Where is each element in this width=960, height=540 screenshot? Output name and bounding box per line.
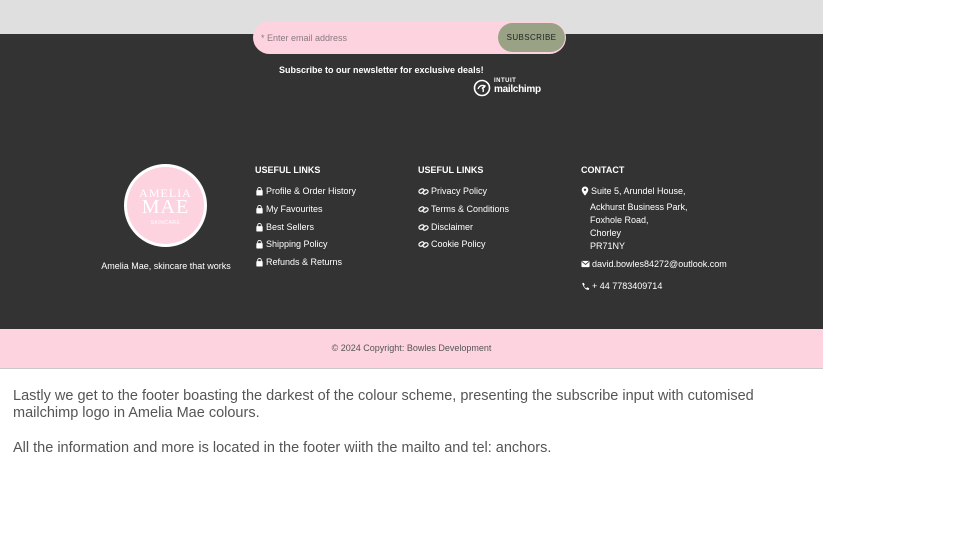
footer-link-label: Profile & Order History — [266, 186, 357, 196]
footer-link-privacy-policy[interactable]: Privacy Policy — [418, 186, 487, 196]
useful-links-title-1: USEFUL LINKS — [255, 165, 321, 175]
shopping-bag-icon — [256, 222, 263, 232]
caption-paragraph-1: Lastly we get to the footer boasting the… — [13, 388, 754, 421]
link-icon — [418, 223, 429, 231]
address-line: Foxhole Road, — [590, 215, 649, 225]
contact-phone: + 44 7783409714 — [592, 281, 663, 291]
footer-link-label: Terms & Conditions — [431, 204, 510, 214]
address-line: Chorley — [590, 228, 622, 238]
link-icon — [418, 205, 429, 213]
envelope-icon — [581, 260, 590, 268]
footer-link-label: Best Sellers — [266, 222, 315, 232]
footer-link-label: Shipping Policy — [266, 239, 328, 249]
link-icon — [418, 240, 429, 248]
footer-link-cookie-policy[interactable]: Cookie Policy — [418, 239, 486, 249]
footer-link-label: Disclaimer — [431, 222, 474, 232]
address-line: Ackhurst Business Park, — [590, 202, 688, 212]
footer-link-profile-order-history[interactable]: Profile & Order History — [255, 186, 356, 196]
shopping-bag-icon — [256, 239, 263, 249]
caption: Lastly we get to the footer boasting the… — [13, 388, 813, 475]
footer-link-terms-conditions[interactable]: Terms & Conditions — [418, 204, 509, 214]
footer-link-label: Cookie Policy — [431, 239, 486, 249]
address-line: Suite 5, Arundel House, — [591, 186, 686, 196]
logo-line-3: SKINCARE — [150, 220, 181, 226]
footer-link-refunds-returns[interactable]: Refunds & Returns — [255, 257, 342, 267]
footer-link-best-sellers[interactable]: Best Sellers — [255, 222, 314, 232]
contact-title: CONTACT — [581, 165, 625, 175]
contact-phone-link[interactable]: + 44 7783409714 — [581, 281, 662, 291]
useful-links-title-2: USEFUL LINKS — [418, 165, 484, 175]
footer-link-label: My Favourites — [266, 204, 323, 214]
caption-paragraph-2: All the information and more is located … — [13, 440, 552, 456]
footer-link-my-favourites[interactable]: My Favourites — [255, 204, 323, 214]
footer-link-label: Refunds & Returns — [266, 257, 343, 267]
map-pin-icon — [581, 186, 589, 196]
copyright-text: © 2024 Copyright: Bowles Development — [331, 343, 492, 353]
contact-email: david.bowles84272@outlook.com — [592, 259, 727, 269]
contact-email-link[interactable]: david.bowles84272@outlook.com — [581, 259, 727, 269]
mailchimp-logo[interactable]: INTUIT mailchimp — [473, 78, 543, 98]
amelia-mae-logo[interactable]: AMELIA MAE SKINCARE — [124, 164, 207, 247]
contact-address: Suite 5, Arundel House, — [581, 186, 686, 196]
brand-tagline: Amelia Mae, skincare that works — [101, 261, 231, 271]
shopping-bag-icon — [256, 186, 263, 196]
subscribe-button[interactable]: SUBSCRIBE — [498, 23, 565, 52]
screenshot: SUBSCRIBE Subscribe to our newsletter fo… — [0, 0, 823, 369]
address-line: PR71NY — [590, 241, 626, 251]
newsletter-text: Subscribe to our newsletter for exclusiv… — [279, 65, 484, 75]
subscribe-form: SUBSCRIBE — [253, 21, 566, 54]
footer — [0, 34, 823, 329]
link-icon — [418, 187, 429, 195]
footer-link-shipping-policy[interactable]: Shipping Policy — [255, 239, 328, 249]
mailchimp-monkey-icon — [473, 79, 491, 97]
logo-line-2: MAE — [141, 196, 190, 218]
footer-link-label: Privacy Policy — [431, 186, 488, 196]
mailchimp-wordmark: mailchimp — [494, 84, 541, 95]
shopping-bag-icon — [256, 257, 263, 267]
email-field[interactable] — [261, 21, 493, 54]
phone-icon — [582, 282, 590, 290]
shopping-bag-icon — [256, 204, 263, 214]
footer-link-disclaimer[interactable]: Disclaimer — [418, 222, 473, 232]
